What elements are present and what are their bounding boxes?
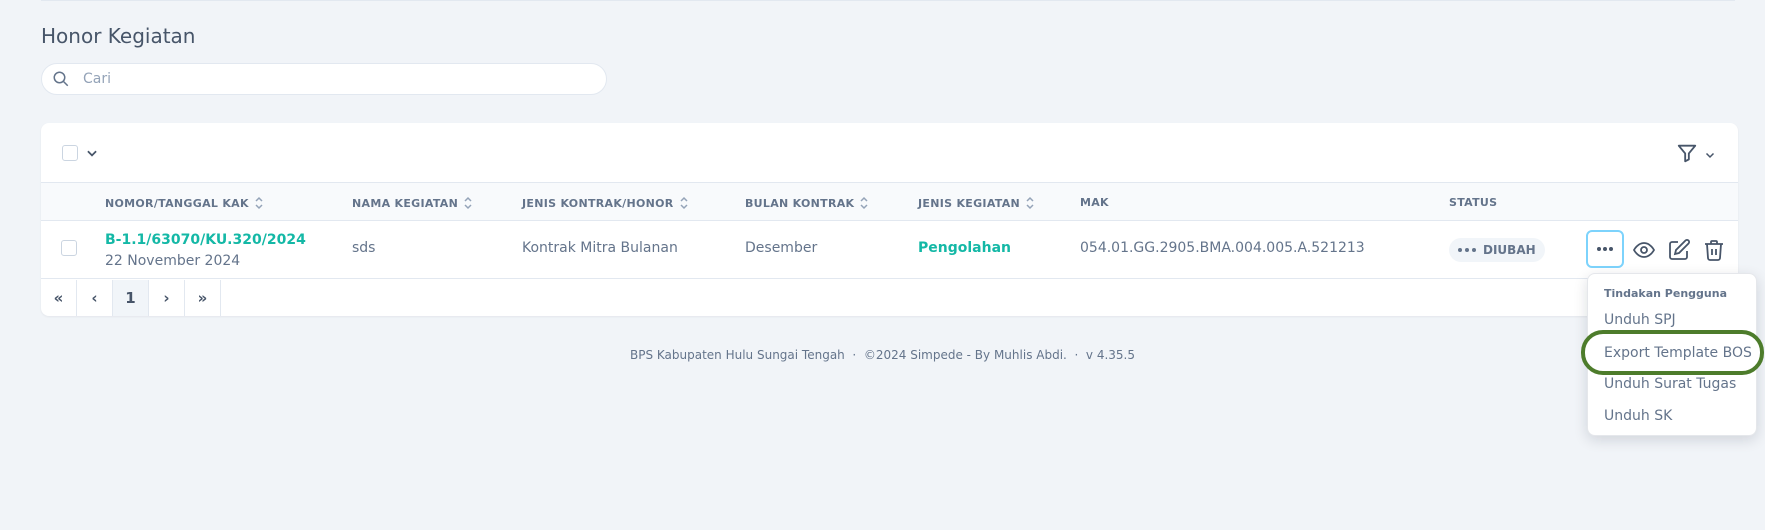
- column-label: STATUS: [1449, 196, 1498, 209]
- kak-date: 22 November 2024: [105, 253, 241, 269]
- bulan-kontrak-cell: Desember: [745, 240, 818, 256]
- table-header: NOMOR/TANGGAL KAK NAMA KEGIATAN JENIS KO…: [41, 183, 1738, 221]
- column-label: BULAN KONTRAK: [745, 196, 855, 210]
- row-checkbox[interactable]: [61, 240, 77, 256]
- menu-item-label: Export Template BOS: [1604, 344, 1752, 361]
- footer: BPS Kabupaten Hulu Sungai Tengah · ©2024…: [629, 348, 1136, 362]
- search-icon: [51, 69, 71, 89]
- sort-icon: [464, 196, 472, 210]
- kak-number-link[interactable]: B-1.1/63070/KU.320/2024: [105, 232, 306, 248]
- select-all-checkbox[interactable]: [62, 145, 78, 161]
- first-page-button[interactable]: «: [41, 280, 77, 316]
- mak-cell: 054.01.GG.2905.BMA.004.005.A.521213: [1080, 240, 1365, 256]
- delete-trash-icon[interactable]: [1702, 238, 1726, 262]
- column-header-bulan-kontrak[interactable]: BULAN KONTRAK: [745, 196, 868, 210]
- nama-kegiatan-cell: sds: [352, 240, 376, 256]
- view-eye-icon[interactable]: [1632, 238, 1656, 262]
- column-header-jenis-kontrak[interactable]: JENIS KONTRAK/HONOR: [522, 196, 688, 210]
- column-header-jenis-kegiatan[interactable]: JENIS KEGIATAN: [918, 196, 1034, 210]
- column-header-nomor[interactable]: NOMOR/TANGGAL KAK: [105, 196, 263, 210]
- sort-icon: [680, 196, 688, 210]
- prev-page-button[interactable]: ‹: [77, 280, 113, 316]
- column-label: JENIS KONTRAK/HONOR: [522, 196, 674, 210]
- filter-icon: [1676, 142, 1698, 168]
- chevron-down-icon[interactable]: [85, 145, 99, 164]
- dots-icon: [1458, 248, 1476, 252]
- column-header-nama-kegiatan[interactable]: NAMA KEGIATAN: [352, 196, 472, 210]
- dropdown-title: Tindakan Pengguna: [1604, 287, 1727, 300]
- page-number-button[interactable]: 1: [113, 280, 149, 316]
- jenis-kegiatan-cell: Pengolahan: [918, 240, 1011, 256]
- filter-button[interactable]: [1676, 142, 1716, 168]
- next-page-button[interactable]: ›: [149, 280, 185, 316]
- data-table-card: NOMOR/TANGGAL KAK NAMA KEGIATAN JENIS KO…: [41, 123, 1738, 316]
- search-input[interactable]: [83, 71, 583, 87]
- column-header-mak: MAK: [1080, 196, 1109, 209]
- sort-icon: [255, 196, 263, 210]
- jenis-kontrak-cell: Kontrak Mitra Bulanan: [522, 240, 678, 256]
- column-label: NAMA KEGIATAN: [352, 196, 459, 210]
- menu-item-unduh-sk[interactable]: Unduh SK: [1604, 408, 1672, 424]
- sort-icon: [860, 196, 868, 210]
- status-label: DIUBAH: [1483, 243, 1536, 257]
- column-label: NOMOR/TANGGAL KAK: [105, 196, 249, 210]
- menu-item-unduh-spj[interactable]: Unduh SPJ: [1604, 312, 1676, 328]
- column-label: MAK: [1080, 196, 1109, 209]
- chevron-down-icon: [1704, 146, 1716, 165]
- pagination: « ‹ 1 › »: [41, 280, 221, 316]
- edit-pencil-icon[interactable]: [1667, 238, 1691, 262]
- column-label: JENIS KEGIATAN: [918, 196, 1021, 210]
- ellipsis-icon: [1597, 247, 1613, 251]
- status-badge: DIUBAH: [1449, 238, 1545, 262]
- user-actions-dropdown: Tindakan Pengguna Unduh SPJ Export Templ…: [1581, 273, 1764, 436]
- more-actions-button[interactable]: [1586, 230, 1624, 268]
- column-header-status: STATUS: [1449, 196, 1497, 209]
- menu-item-unduh-surat-tugas[interactable]: Unduh Surat Tugas: [1604, 376, 1736, 392]
- top-divider: [41, 0, 1735, 1]
- menu-item-export-template-bos[interactable]: Export Template BOS: [1581, 330, 1764, 375]
- last-page-button[interactable]: »: [185, 280, 221, 316]
- table-toolbar: [41, 123, 1738, 183]
- table-row: B-1.1/63070/KU.320/2024 22 November 2024…: [41, 221, 1738, 279]
- search-box[interactable]: [41, 63, 607, 95]
- sort-icon: [1026, 196, 1034, 210]
- page-title: Honor Kegiatan: [41, 24, 196, 48]
